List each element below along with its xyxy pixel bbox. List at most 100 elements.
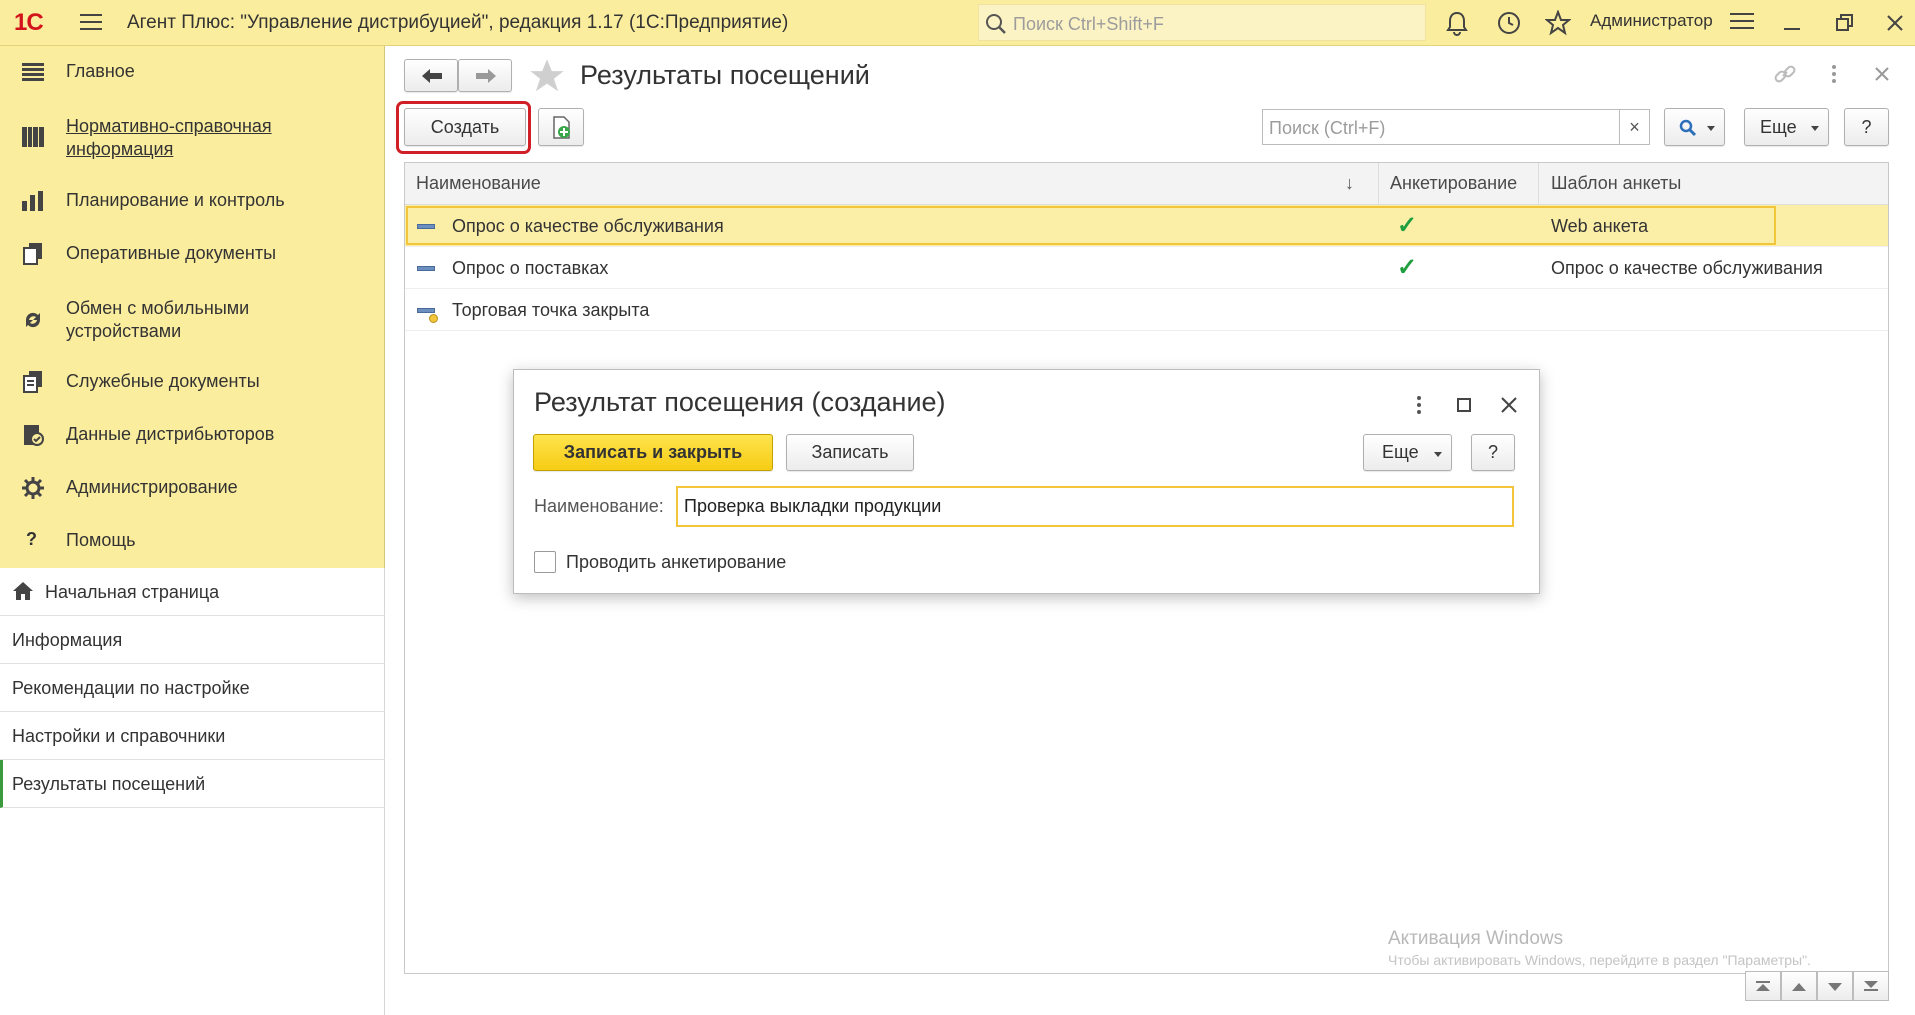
chevron-down-icon: [1434, 452, 1442, 457]
window-title: Агент Плюс: "Управление дистрибуцией", р…: [127, 12, 789, 33]
grid-books-icon: [22, 126, 44, 148]
list-search-input[interactable]: Поиск (Ctrl+F) ×: [1262, 109, 1650, 145]
chevron-down-icon: [1707, 126, 1715, 131]
status-dot-icon: [429, 314, 438, 323]
section-settings-references[interactable]: Настройки и справочники: [0, 712, 385, 760]
to-last-icon: [1864, 981, 1878, 991]
menu-lines-icon: [22, 62, 44, 82]
settings-menu-icon[interactable]: [1730, 10, 1754, 37]
question-icon: ?: [26, 529, 37, 549]
back-button[interactable]: [404, 59, 458, 92]
scroll-down-button[interactable]: [1817, 971, 1853, 1001]
sidebar-item-label: Администрирование: [66, 477, 238, 497]
column-header-name[interactable]: Наименование: [416, 173, 541, 194]
dialog-more-icon[interactable]: [1416, 395, 1422, 420]
catalog-item-icon: [417, 224, 435, 229]
distributor-icon: [22, 424, 44, 446]
sort-desc-icon[interactable]: ↓: [1345, 173, 1354, 194]
column-header-survey[interactable]: Анкетирование: [1390, 173, 1517, 194]
open-windows-panel: Начальная страница Информация Рекомендац…: [0, 568, 385, 1015]
name-input-value: Проверка выкладки продукции: [684, 496, 942, 516]
favorites-star-icon[interactable]: [1544, 9, 1572, 41]
user-name[interactable]: Администратор: [1590, 11, 1713, 31]
help-button[interactable]: ?: [1844, 108, 1889, 146]
restore-window-icon[interactable]: [1835, 13, 1855, 38]
checkmark-icon: ✓: [1397, 212, 1418, 239]
sidebar-item-service-docs[interactable]: Служебные документы: [0, 370, 385, 400]
create-button[interactable]: Создать: [404, 108, 526, 146]
sidebar-item-help[interactable]: ? Помощь: [0, 529, 385, 559]
clear-search-button[interactable]: ×: [1619, 110, 1649, 144]
create-copy-button[interactable]: [538, 108, 584, 146]
section-visit-results[interactable]: Результаты посещений: [0, 760, 385, 808]
sidebar-item-main[interactable]: Главное: [0, 60, 385, 90]
triangle-down-icon: [1828, 983, 1842, 991]
main-menu-icon[interactable]: [80, 12, 102, 37]
documents-icon: [22, 243, 44, 265]
dialog-help-button[interactable]: ?: [1471, 434, 1515, 471]
global-search-placeholder: Поиск Ctrl+Shift+F: [1013, 14, 1164, 34]
survey-checkbox-label[interactable]: Проводить анкетирование: [566, 552, 786, 573]
chevron-down-icon: [1811, 126, 1819, 131]
sidebar-item-reference[interactable]: Нормативно-справочная информация: [0, 114, 385, 164]
page-title: Результаты посещений: [580, 60, 870, 90]
more-button[interactable]: Еще: [1744, 108, 1829, 146]
table-row[interactable]: Опрос о поставках ✓ Опрос о качестве обс…: [405, 247, 1888, 289]
section-information[interactable]: Информация: [0, 616, 385, 664]
table-row[interactable]: Торговая точка закрыта: [405, 289, 1888, 331]
home-icon: [12, 581, 34, 606]
to-first-icon: [1756, 981, 1770, 991]
global-search-input[interactable]: Поиск Ctrl+Shift+F: [978, 4, 1426, 41]
favorite-star-icon[interactable]: [528, 58, 566, 99]
catalog-item-marked-icon: [417, 308, 435, 313]
minimize-icon[interactable]: [1782, 14, 1802, 39]
link-icon[interactable]: [1773, 62, 1797, 91]
sidebar-item-label: Планирование и контроль: [66, 190, 285, 210]
windows-activation-watermark: Активация Windows: [1388, 928, 1564, 949]
maximize-icon[interactable]: [1456, 397, 1472, 418]
bar-chart-icon: [22, 191, 44, 211]
sidebar-item-label: Служебные документы: [66, 371, 260, 391]
section-setup-recommendations[interactable]: Рекомендации по настройке: [0, 664, 385, 712]
sidebar-item-label: Оперативные документы: [66, 243, 277, 263]
save-and-close-button[interactable]: Записать и закрыть: [533, 434, 773, 471]
title-bar: 1С Агент Плюс: "Управление дистрибуцией"…: [0, 0, 1915, 46]
triangle-up-icon: [1792, 983, 1806, 991]
scroll-to-top-button[interactable]: [1745, 971, 1781, 1001]
close-window-icon[interactable]: [1885, 13, 1905, 38]
table-row[interactable]: Опрос о качестве обслуживания ✓ Web анке…: [405, 205, 1888, 247]
name-input[interactable]: Проверка выкладки продукции: [676, 486, 1514, 527]
scroll-to-bottom-button[interactable]: [1853, 971, 1889, 1001]
create-visit-result-dialog: Результат посещения (создание) Записать …: [513, 369, 1540, 594]
sidebar-item-operative-docs[interactable]: Оперативные документы: [0, 242, 385, 272]
dialog-more-button[interactable]: Еще: [1363, 434, 1452, 471]
dialog-close-icon[interactable]: [1500, 396, 1518, 419]
sidebar-item-administration[interactable]: Администрирование: [0, 476, 385, 506]
sidebar-item-label: Главное: [66, 61, 135, 81]
search-icon: [985, 13, 1007, 35]
save-button[interactable]: Записать: [786, 434, 914, 471]
gear-icon: [22, 477, 44, 499]
form-close-icon[interactable]: [1874, 66, 1890, 87]
arrow-right-icon: [476, 69, 496, 83]
sidebar-item-planning[interactable]: Планирование и контроль: [0, 189, 385, 219]
form-more-icon[interactable]: [1831, 64, 1837, 89]
column-header-template[interactable]: Шаблон анкеты: [1551, 173, 1681, 194]
dialog-title: Результат посещения (создание): [534, 387, 946, 417]
history-icon[interactable]: [1496, 10, 1522, 41]
section-home-page[interactable]: Начальная страница: [0, 568, 385, 616]
add-document-icon: [553, 116, 570, 139]
app-logo: 1С: [14, 9, 44, 36]
scroll-up-button[interactable]: [1781, 971, 1817, 1001]
table-header: Наименование ↓ Анкетирование Шаблон анке…: [405, 163, 1888, 205]
sidebar-item-mobile-exchange[interactable]: Обмен с мобильными устройствами: [0, 296, 385, 346]
sidebar-item-label: Помощь: [66, 530, 136, 550]
bell-icon[interactable]: [1445, 10, 1469, 41]
arrow-left-icon: [422, 69, 442, 83]
catalog-item-icon: [417, 266, 435, 271]
search-options-button[interactable]: [1664, 108, 1725, 146]
survey-checkbox[interactable]: [534, 551, 556, 573]
sidebar-item-distributor-data[interactable]: Данные дистрибьюторов: [0, 423, 385, 453]
forward-button[interactable]: [458, 59, 512, 92]
windows-activation-hint: Чтобы активировать Windows, перейдите в …: [1388, 952, 1811, 968]
